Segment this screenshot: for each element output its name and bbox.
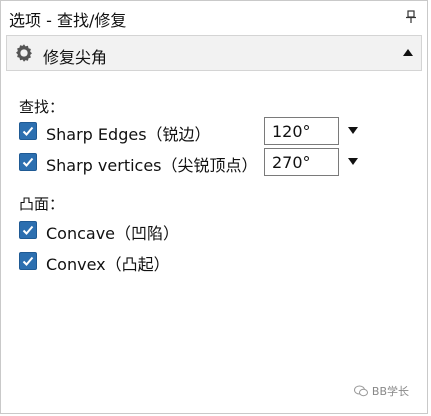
sharp-vertices-row: Sharp vertices（尖锐顶点） 270°: [19, 148, 419, 176]
watermark: BB学长: [353, 383, 409, 399]
find-group-title: 查找：: [19, 98, 65, 116]
sharp-edges-checkbox[interactable]: [19, 122, 37, 140]
gear-icon: [16, 44, 32, 62]
checkmark-icon: [22, 157, 34, 167]
convex-label: Convex（凸起）: [46, 255, 170, 274]
section-title: 修复尖角: [43, 48, 108, 67]
pin-icon[interactable]: [405, 10, 417, 24]
concave-checkbox[interactable]: [19, 221, 37, 239]
convex-checkbox[interactable]: [19, 252, 37, 270]
concave-row: Concave（凹陷）: [19, 219, 419, 243]
sharp-edges-angle-value: 120°: [272, 122, 311, 141]
sharp-edges-label: Sharp Edges（锐边）: [46, 125, 211, 144]
checkmark-icon: [22, 126, 34, 136]
watermark-text: BB学长: [371, 385, 409, 398]
sharp-vertices-angle-input[interactable]: 270°: [264, 148, 339, 176]
sharp-vertices-label: Sharp vertices（尖锐顶点）: [46, 156, 258, 175]
panel-titlebar: 选项 - 查找/修复: [1, 1, 427, 33]
convex-group-title: 凸面：: [19, 195, 65, 213]
sharp-edges-dropdown-icon[interactable]: [348, 127, 358, 134]
sharp-vertices-checkbox[interactable]: [19, 153, 37, 171]
panel-title: 选项 - 查找/修复: [9, 11, 127, 30]
concave-label: Concave（凹陷）: [46, 224, 180, 243]
wechat-icon: [353, 385, 368, 397]
options-panel: 选项 - 查找/修复 修复尖角 查找： Sharp Edges（锐边） 120°: [0, 0, 428, 414]
sharp-vertices-angle-value: 270°: [272, 153, 311, 172]
checkmark-icon: [22, 256, 34, 266]
sharp-edges-angle-input[interactable]: 120°: [264, 117, 339, 145]
sharp-edges-row: Sharp Edges（锐边） 120°: [19, 117, 419, 145]
checkmark-icon: [22, 225, 34, 235]
sharp-vertices-dropdown-icon[interactable]: [348, 158, 358, 165]
repair-sharp-corners-header[interactable]: 修复尖角: [6, 35, 422, 71]
collapse-up-icon[interactable]: [403, 49, 413, 56]
convex-row: Convex（凸起）: [19, 250, 419, 274]
